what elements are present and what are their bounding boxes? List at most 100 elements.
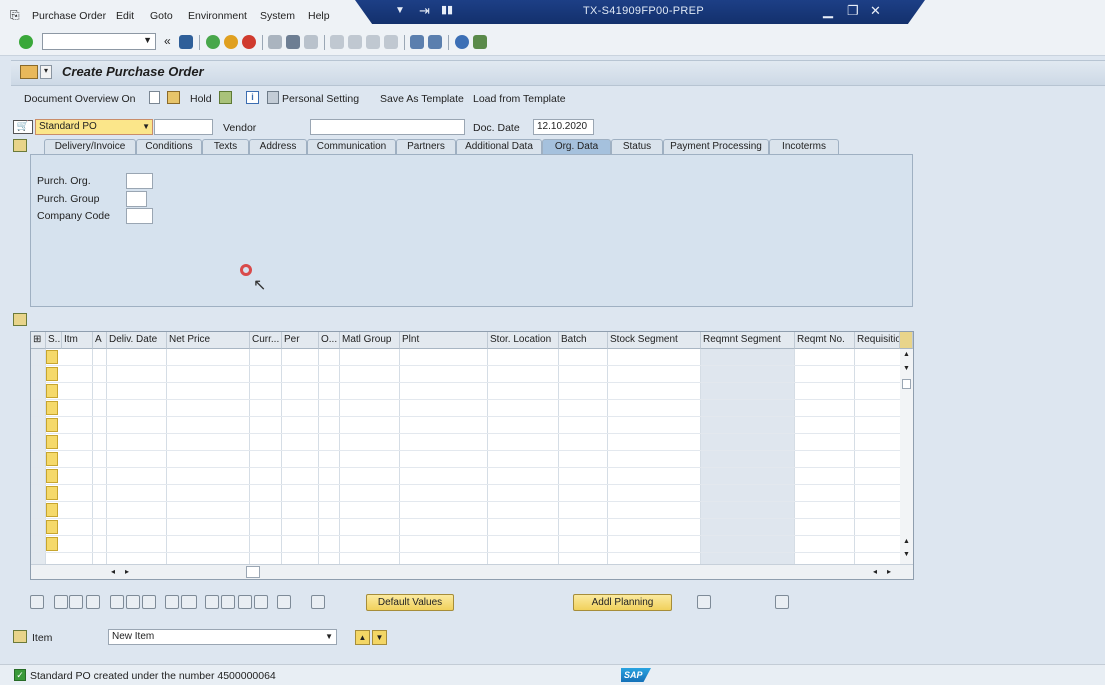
- cancel-icon[interactable]: [242, 35, 256, 49]
- services-icon[interactable]: [697, 595, 711, 609]
- col-order-unit[interactable]: O...: [319, 332, 340, 349]
- select-all-icon[interactable]: [54, 595, 68, 609]
- scroll-left-icon[interactable]: ◂: [111, 567, 115, 576]
- expand-header-icon[interactable]: [13, 139, 27, 152]
- default-values-button[interactable]: Default Values: [366, 594, 454, 611]
- copy-item-icon[interactable]: [86, 595, 100, 609]
- copy-icon[interactable]: [165, 595, 179, 609]
- tab-partners[interactable]: Partners: [396, 139, 456, 154]
- personal-setting-button[interactable]: Personal Setting: [282, 93, 359, 105]
- vertical-scrollbar[interactable]: ▲ ▼ ▲ ▼: [900, 349, 913, 564]
- menu-system[interactable]: System: [260, 10, 295, 22]
- table-row[interactable]: [31, 450, 901, 451]
- filter-icon[interactable]: [238, 595, 252, 609]
- scroll-page-down-icon[interactable]: ▼: [903, 551, 910, 558]
- close-icon[interactable]: ✕: [870, 3, 881, 19]
- row-status-cell[interactable]: [46, 503, 58, 517]
- status-message[interactable]: Standard PO created under the number 450…: [30, 670, 276, 682]
- dropdown-icon[interactable]: ▾: [40, 65, 52, 79]
- first-page-icon[interactable]: [330, 35, 344, 49]
- find-icon[interactable]: [286, 35, 300, 49]
- document-type-select[interactable]: Standard PO ▼: [35, 119, 153, 135]
- tab-payment-processing[interactable]: Payment Processing: [663, 139, 769, 154]
- row-status-cell[interactable]: [46, 401, 58, 415]
- menu-help[interactable]: Help: [308, 10, 330, 22]
- row-status-cell[interactable]: [46, 486, 58, 500]
- menu-purchase-order[interactable]: Purchase Order: [32, 10, 106, 22]
- table-row[interactable]: [31, 416, 901, 417]
- info-icon[interactable]: i: [246, 91, 259, 104]
- restore-icon[interactable]: ❐: [847, 3, 859, 19]
- select-all-icon[interactable]: ⊞: [31, 332, 46, 349]
- col-status[interactable]: S..: [46, 332, 62, 349]
- col-stor-location[interactable]: Stor. Location: [488, 332, 559, 349]
- unlock-icon[interactable]: [142, 595, 156, 609]
- scroll-page-up-icon[interactable]: ▲: [903, 538, 910, 545]
- sort-ascending-icon[interactable]: [205, 595, 219, 609]
- chevron-down-icon[interactable]: ▼: [142, 120, 150, 134]
- shortcut-icon[interactable]: [428, 35, 442, 49]
- expand-item-detail-icon[interactable]: [13, 630, 27, 643]
- tab-conditions[interactable]: Conditions: [136, 139, 202, 154]
- col-per[interactable]: Per: [282, 332, 319, 349]
- col-plant[interactable]: Plnt: [400, 332, 488, 349]
- menu-environment[interactable]: Environment: [188, 10, 247, 22]
- paste-icon[interactable]: [181, 595, 197, 609]
- tab-address[interactable]: Address: [249, 139, 307, 154]
- item-select[interactable]: New Item ▼: [108, 629, 337, 645]
- print-icon[interactable]: [268, 35, 282, 49]
- col-matl-group[interactable]: Matl Group: [340, 332, 400, 349]
- table-row[interactable]: [31, 433, 901, 434]
- other-document-icon[interactable]: [167, 91, 180, 104]
- next-page-icon[interactable]: [366, 35, 380, 49]
- tab-additional-data[interactable]: Additional Data: [456, 139, 542, 154]
- table-row[interactable]: [31, 484, 901, 485]
- find-next-icon[interactable]: [304, 35, 318, 49]
- company-code-field[interactable]: [126, 208, 153, 224]
- col-stock-segment[interactable]: Stock Segment: [608, 332, 701, 349]
- next-item-button[interactable]: ▼: [372, 630, 387, 645]
- col-deliv-date[interactable]: Deliv. Date: [107, 332, 167, 349]
- tab-incoterms[interactable]: Incoterms: [769, 139, 839, 154]
- export-icon[interactable]: [775, 595, 789, 609]
- previous-item-button[interactable]: ▲: [355, 630, 370, 645]
- sort-descending-icon[interactable]: [221, 595, 235, 609]
- tab-texts[interactable]: Texts: [202, 139, 249, 154]
- tab-status[interactable]: Status: [611, 139, 663, 154]
- new-document-icon[interactable]: [149, 91, 160, 104]
- cart-icon[interactable]: 🛒: [13, 120, 33, 134]
- chevron-down-icon[interactable]: ▼: [143, 35, 152, 45]
- filter-clear-icon[interactable]: [254, 595, 268, 609]
- table-row[interactable]: [31, 501, 901, 502]
- total-icon[interactable]: [277, 595, 291, 609]
- menu-edit[interactable]: Edit: [116, 10, 134, 22]
- purch-group-field[interactable]: [126, 191, 147, 207]
- row-status-cell[interactable]: [46, 537, 58, 551]
- check-icon[interactable]: [219, 91, 232, 104]
- dropdown-icon[interactable]: ▼: [395, 5, 405, 16]
- row-status-cell[interactable]: [46, 384, 58, 398]
- horizontal-scrollbar[interactable]: ◂ ▸ ◂ ▸: [31, 564, 913, 579]
- row-status-cell[interactable]: [46, 520, 58, 534]
- scroll-far-left-icon[interactable]: ◂: [873, 567, 877, 576]
- scroll-thumb[interactable]: [902, 379, 911, 389]
- layout-icon[interactable]: [473, 35, 487, 49]
- back-icon[interactable]: [206, 35, 220, 49]
- tab-delivery-invoice[interactable]: Delivery/Invoice: [44, 139, 136, 154]
- vendor-field[interactable]: [310, 119, 465, 135]
- table-row[interactable]: [31, 365, 901, 366]
- personal-setting-icon[interactable]: [267, 91, 279, 104]
- row-status-cell[interactable]: [46, 452, 58, 466]
- tab-org-data[interactable]: Org. Data: [542, 139, 611, 154]
- scroll-right-icon[interactable]: ▸: [125, 567, 129, 576]
- row-status-cell[interactable]: [46, 418, 58, 432]
- menu-goto[interactable]: Goto: [150, 10, 173, 22]
- col-account[interactable]: A: [93, 332, 107, 349]
- scroll-far-right-icon[interactable]: ▸: [887, 567, 891, 576]
- lock-icon[interactable]: [126, 595, 140, 609]
- save-as-template-button[interactable]: Save As Template: [380, 93, 464, 105]
- layout-icon[interactable]: [311, 595, 325, 609]
- table-row[interactable]: [31, 382, 901, 383]
- row-status-cell[interactable]: [46, 435, 58, 449]
- addl-planning-button[interactable]: Addl Planning: [573, 594, 672, 611]
